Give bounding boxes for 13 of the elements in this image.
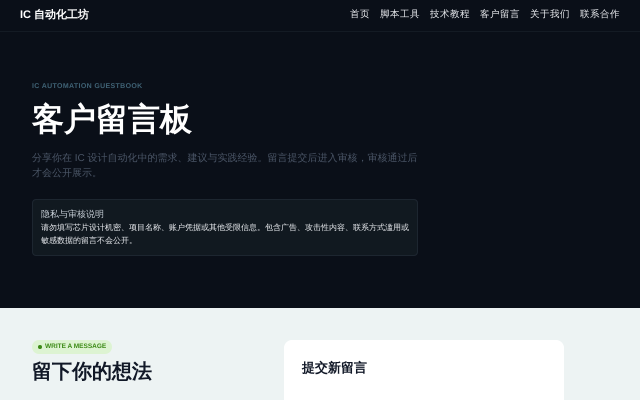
site-logo[interactable]: IC 自动化工坊 xyxy=(20,7,90,24)
nav-link[interactable]: 联系合作 xyxy=(580,8,620,23)
nav-link[interactable]: 客户留言 xyxy=(480,8,520,23)
nav-link[interactable]: 关于我们 xyxy=(530,8,570,23)
nav-link[interactable]: 脚本工具 xyxy=(380,8,420,23)
notice-text: 请勿填写芯片设计机密、项目名称、账户凭据或其他受限信息。包含广告、攻击性内容、联系方式滥用或敏感数据的留言不会公开。 xyxy=(41,222,409,246)
notice-title: 隐私与审核说明 xyxy=(41,208,105,220)
page-title: 客户留言板 xyxy=(32,100,193,138)
form-title: 提交新留言 xyxy=(302,359,368,377)
page-subtitle: 分享你在 IC 设计自动化中的需求、建议与实践经验。留言提交后进入审核，审核通过后才会公开展示。 xyxy=(32,152,419,180)
nav-link[interactable]: 技术教程 xyxy=(430,8,470,23)
section-heading: 留下你的想法 xyxy=(32,360,152,385)
nav-link[interactable]: 首页 xyxy=(350,8,370,23)
